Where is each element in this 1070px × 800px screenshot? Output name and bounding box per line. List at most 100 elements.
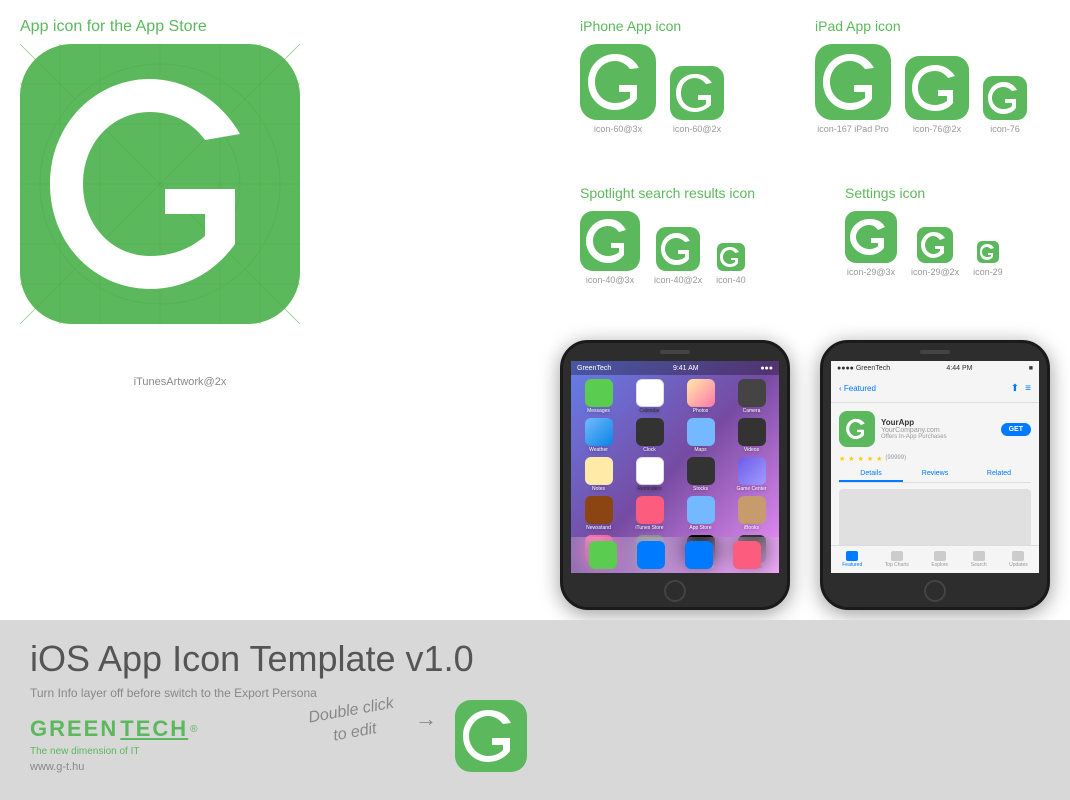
spotlight-section: Spotlight search results icon icon-40@3x… — [580, 185, 755, 285]
ipad-section-title: iPad App icon — [815, 18, 1027, 34]
appstore-app-info: YourApp YourCompany.com Offers In-App Pu… — [881, 418, 995, 440]
iphone-icon-60-2x-image — [670, 66, 724, 120]
iphone-icon-60-3x-image — [580, 44, 656, 120]
appstore-share-btn[interactable]: ⬆ — [1011, 383, 1019, 394]
status-time: 9:41 AM — [673, 365, 699, 372]
double-click-label: Double clickto edit — [307, 693, 400, 752]
appstore-time: 4:44 PM — [946, 365, 972, 372]
bottom-g-icon-image — [455, 700, 527, 772]
appstore-get-button[interactable]: GET — [1001, 423, 1031, 436]
phone-top-bar-1 — [563, 343, 787, 361]
charts-icon — [891, 551, 903, 561]
iphone-icon-60-2x-label: icon-60@2x — [673, 124, 721, 134]
app-ibooks-s: iBooks — [728, 496, 775, 531]
bottom-tab-charts[interactable]: Top Charts — [885, 551, 909, 568]
app-camera: Camera — [728, 379, 775, 414]
ipad-icon-76-label: icon-76 — [990, 124, 1020, 134]
star-2: ★ — [848, 455, 854, 463]
phone-home-btn-1 — [664, 580, 686, 602]
double-click-arrow: → — [415, 706, 437, 732]
rating-count: (99999) — [885, 455, 906, 463]
spotlight-icon-40-label: icon-40 — [716, 275, 746, 285]
ipad-icon-76-image — [983, 76, 1027, 120]
status-app-name: GreenTech — [577, 365, 611, 372]
appstore-company: YourCompany.com — [881, 427, 995, 434]
app-calendar: Calendar — [626, 379, 673, 414]
settings-icon-29-image — [977, 241, 999, 263]
iphone-icon-60-3x-label: icon-60@3x — [594, 124, 642, 134]
iphone-icon-60-3x: icon-60@3x — [580, 44, 656, 134]
app-itunes-s: iTunes Store — [626, 496, 673, 531]
iphone-section: iPhone App icon icon-60@3x icon-60@2x — [580, 18, 724, 134]
ios-home-screen: GreenTech 9:41 AM ●●● Messages Calendar … — [571, 361, 779, 573]
iphone-appstore-mockup: ●●●● GreenTech 4:44 PM ■ ‹ Featured ⬆ ≡ — [820, 340, 1050, 610]
appstore-screen-content: ●●●● GreenTech 4:44 PM ■ ‹ Featured ⬆ ≡ — [831, 361, 1039, 573]
ipad-icon-76-2x: icon-76@2x — [905, 56, 969, 134]
iphone-appstore-screen: ●●●● GreenTech 4:44 PM ■ ‹ Featured ⬆ ≡ — [831, 361, 1039, 573]
bottom-tab-featured[interactable]: Featured — [842, 551, 862, 568]
spotlight-icon-40-3x-label: icon-40@3x — [586, 275, 634, 285]
star-1: ★ — [839, 455, 845, 463]
app-appstore-s: App Store — [677, 496, 724, 531]
brand-name-2: TECH — [120, 716, 188, 742]
iphone-icons-row: icon-60@3x icon-60@2x — [580, 44, 724, 134]
iphone-homescreen-mockup: GreenTech 9:41 AM ●●● Messages Calendar … — [560, 340, 790, 610]
appstore-detail-tabs: Details Reviews Related — [839, 467, 1031, 483]
ios-status-bar-1: GreenTech 9:41 AM ●●● — [571, 361, 779, 375]
tab-details[interactable]: Details — [839, 467, 903, 482]
star-5: ★ — [876, 455, 882, 463]
large-app-icon: iTunesArtwork@2x — [20, 44, 300, 324]
phones-area: GreenTech 9:41 AM ●●● Messages Calendar … — [560, 340, 1050, 610]
top-section: App icon for the App Store — [0, 0, 1070, 620]
bottom-tab-search[interactable]: Search — [971, 551, 987, 568]
iphone-homescreen: GreenTech 9:41 AM ●●● Messages Calendar … — [571, 361, 779, 573]
double-click-text: Double clickto edit — [307, 695, 395, 745]
spotlight-icon-40: icon-40 — [716, 243, 746, 285]
explore-icon — [934, 551, 946, 561]
settings-icon-29-2x-image — [917, 227, 953, 263]
explore-label: Explore — [931, 562, 948, 568]
ipad-icon-76: icon-76 — [983, 76, 1027, 134]
bottom-section: iOS App Icon Template v1.0 Turn Info lay… — [0, 620, 1070, 800]
appstore-app-listing: YourApp YourCompany.com Offers In-App Pu… — [839, 411, 1031, 447]
ios-status-bar-2: ●●●● GreenTech 4:44 PM ■ — [831, 361, 1039, 375]
appstore-back-btn[interactable]: ‹ Featured — [839, 384, 876, 393]
brand-name: GREEN — [30, 716, 118, 742]
app-clock: Clock — [626, 418, 673, 453]
phone-top-bar-2 — [823, 343, 1047, 361]
itunes-label: iTunesArtwork@2x — [40, 376, 320, 388]
spotlight-icon-40-3x-image — [580, 211, 640, 271]
settings-icon-29-3x: icon-29@3x — [845, 211, 897, 277]
appstore-inapp: Offers In-App Purchases — [881, 434, 995, 440]
iphone-icon-60-2x: icon-60@2x — [670, 66, 724, 134]
settings-section: Settings icon icon-29@3x icon-29@2x — [845, 185, 1003, 277]
app-store-label: App icon for the App Store — [20, 18, 207, 36]
settings-icon-29-2x: icon-29@2x — [911, 227, 959, 277]
app-reminders: Reminders — [626, 457, 673, 492]
settings-icon-29-2x-label: icon-29@2x — [911, 267, 959, 277]
appstore-carrier: ●●●● GreenTech — [837, 365, 890, 372]
ipad-icon-76-2x-image — [905, 56, 969, 120]
iphone-section-title: iPhone App icon — [580, 18, 724, 34]
brand-logo: GREEN TECH ® — [30, 716, 1040, 742]
app-messages: Messages — [575, 379, 622, 414]
spotlight-icon-40-2x-image — [656, 227, 700, 271]
ipad-icon-167-image — [815, 44, 891, 120]
spotlight-icon-40-image — [717, 243, 745, 271]
template-subtitle: Turn Info layer off before switch to the… — [30, 686, 1040, 700]
appstore-nav-bar: ‹ Featured ⬆ ≡ — [831, 375, 1039, 403]
featured-label: Featured — [842, 562, 862, 568]
app-notes: Notes — [575, 457, 622, 492]
ipad-icon-76-2x-label: icon-76@2x — [913, 124, 961, 134]
appstore-menu-btn[interactable]: ≡ — [1025, 383, 1031, 394]
app-newsstand: Newsstand — [575, 496, 622, 531]
bottom-tab-updates[interactable]: Updates — [1009, 551, 1028, 568]
dock-safari — [685, 541, 713, 569]
app-photos: Photos — [677, 379, 724, 414]
ipad-icon-167: icon-167 iPad Pro — [815, 44, 891, 134]
bottom-tab-explore[interactable]: Explore — [931, 551, 948, 568]
brand-website: www.g-t.hu — [30, 761, 1040, 773]
charts-label: Top Charts — [885, 562, 909, 568]
tab-related[interactable]: Related — [967, 467, 1031, 482]
tab-reviews[interactable]: Reviews — [903, 467, 967, 482]
